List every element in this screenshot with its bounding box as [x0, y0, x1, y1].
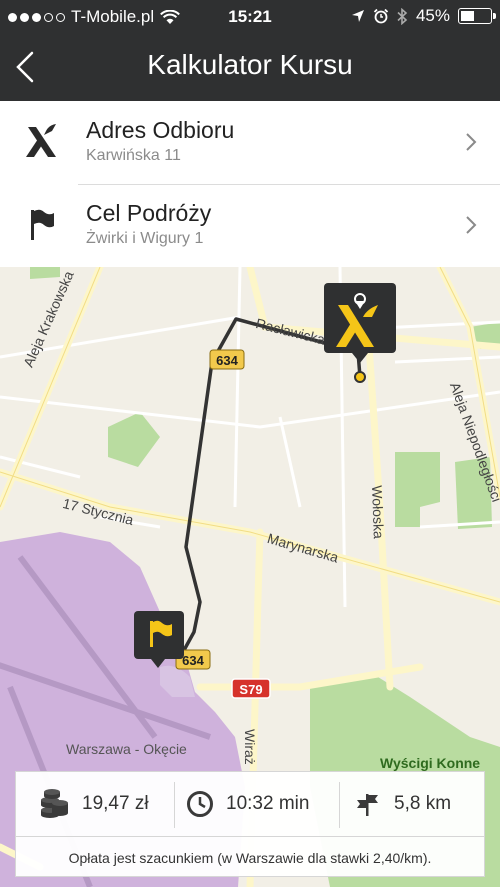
chevron-right-icon	[466, 133, 477, 151]
price-cell: 19,47 zł	[38, 772, 149, 836]
alarm-clock-icon	[373, 8, 389, 24]
fare-summary-card: 19,47 zł 10:32 min 5,8 km Opłata jest sz…	[15, 771, 485, 877]
road-badge-s79: S79	[239, 682, 262, 697]
battery-percent: 45%	[415, 6, 450, 25]
page-title: Kalkulator Kursu	[147, 49, 353, 80]
fare-note: Opłata jest szacunkiem (w Warszawie dla …	[68, 850, 432, 866]
coins-icon	[41, 789, 68, 818]
divider	[174, 782, 175, 828]
duration-value: 10:32 min	[226, 793, 310, 814]
chevron-right-icon	[466, 216, 477, 234]
place-label: Wyścigi Konne	[380, 755, 481, 771]
destination-address-row[interactable]: Cel Podróży Żwirki i Wigury 1	[0, 184, 500, 267]
road-badge-634: 634	[216, 353, 238, 368]
distance-cell: 5,8 km	[354, 772, 451, 836]
destination-label: Cel Podróży	[86, 200, 212, 226]
destination-address: Żwirki i Wigury 1	[86, 230, 204, 247]
road-badge-634: 634	[182, 653, 204, 668]
pickup-address: Karwińska 11	[86, 147, 181, 164]
flag-icon	[31, 209, 54, 240]
bluetooth-icon	[397, 7, 408, 25]
location-arrow-icon	[351, 10, 364, 22]
price-value: 19,47 zł	[82, 793, 149, 814]
taxi-logo-icon	[26, 124, 56, 157]
clock-icon	[187, 791, 213, 817]
place-label: Warszawa - Okęcie	[66, 741, 187, 757]
route-flags-icon	[357, 794, 378, 816]
divider	[16, 836, 484, 837]
navigation-bar: Kalkulator Kursu	[0, 33, 500, 101]
street-label: Wiraż	[242, 729, 258, 765]
street-label: Wołoska	[369, 485, 387, 539]
divider	[339, 782, 340, 828]
status-bar: T-Mobile.pl 15:21 45%	[0, 0, 500, 33]
duration-cell: 10:32 min	[186, 772, 309, 836]
battery-icon	[458, 8, 496, 24]
pickup-label: Adres Odbioru	[86, 117, 235, 143]
pickup-address-row[interactable]: Adres Odbioru Karwińska 11	[0, 101, 500, 185]
distance-value: 5,8 km	[394, 793, 452, 814]
address-list: Adres Odbioru Karwińska 11 Cel Podróży Ż…	[0, 101, 500, 267]
